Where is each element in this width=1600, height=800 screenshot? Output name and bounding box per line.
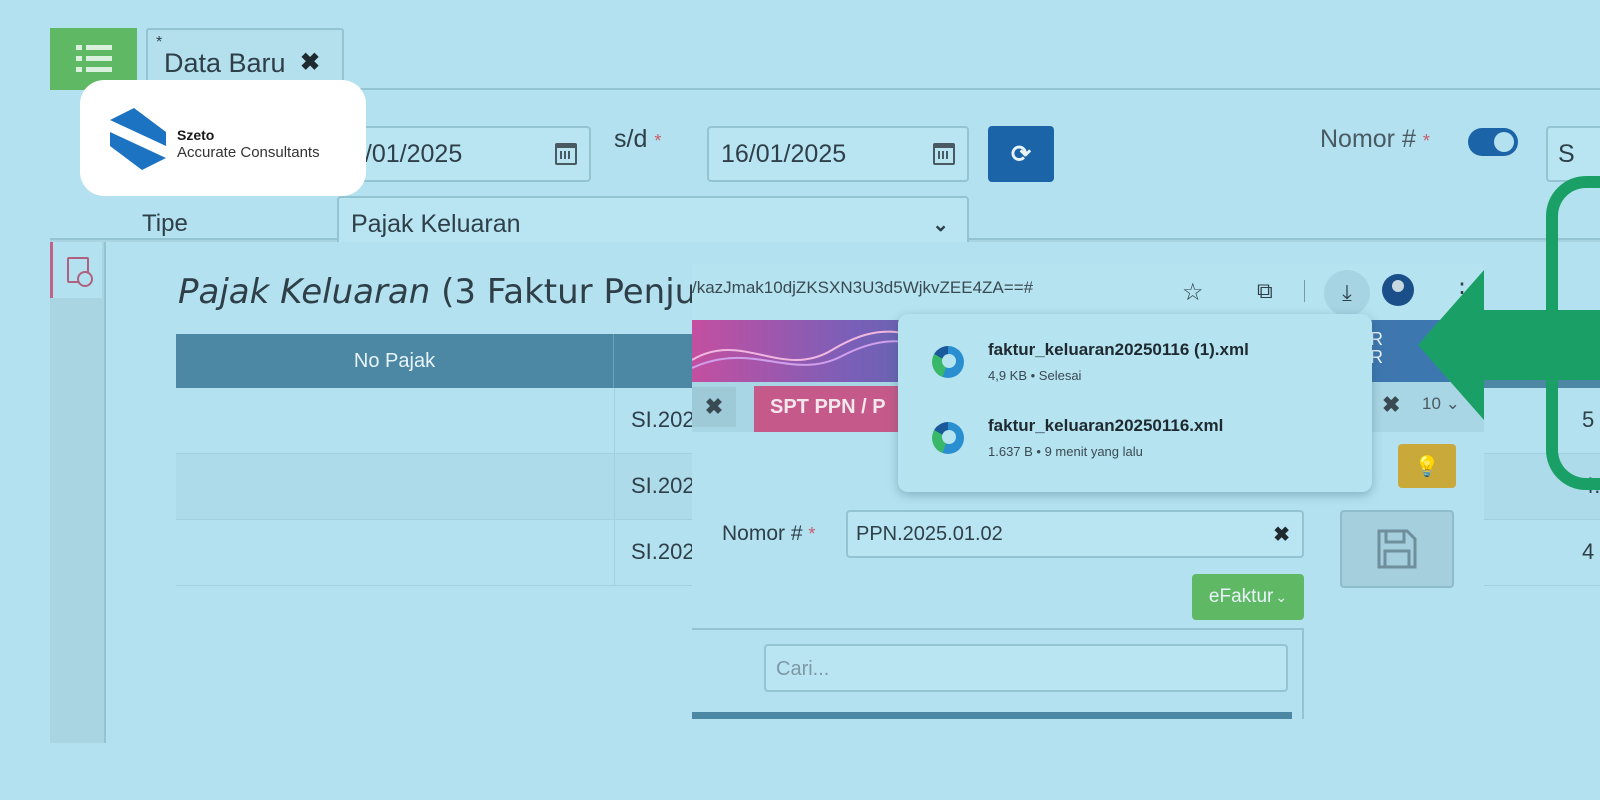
brand-name: Szeto	[177, 127, 215, 143]
save-icon	[1377, 529, 1417, 569]
required-mark: *	[1422, 131, 1430, 151]
date-from-value: 5/01/2025	[351, 139, 463, 168]
url-text[interactable]: /kazJmak10djZKSXN3U3d5WjkvZEE4ZA==#	[692, 278, 1172, 298]
tipe-value: Pajak Keluaran	[351, 209, 521, 238]
download-item[interactable]: faktur_keluaran20250116 (1).xml 4,9 KB •…	[898, 326, 1372, 396]
tab-label: Data Baru	[164, 48, 286, 78]
brand-logo-icon	[110, 108, 166, 170]
download-file-name: faktur_keluaran20250116.xml	[988, 416, 1224, 435]
brand-logo-card: Szeto Accurate Consultants	[80, 80, 366, 196]
save-button[interactable]	[1340, 510, 1454, 588]
calendar-icon[interactable]	[933, 143, 955, 165]
table-header-strip	[692, 712, 1292, 719]
brand-subtitle: Accurate Consultants	[177, 144, 320, 161]
search-input[interactable]: Cari...	[764, 644, 1288, 692]
nomor-input[interactable]: PPN.2025.01.02 ✖	[846, 510, 1304, 558]
edge-browser-icon	[932, 346, 964, 378]
nomor-label: Nomor # *	[722, 522, 816, 545]
edge-browser-icon	[932, 422, 964, 454]
column-header-no-pajak[interactable]: No Pajak	[176, 334, 614, 388]
chevron-down-icon: ⌄	[1275, 588, 1288, 605]
profile-avatar[interactable]	[1382, 274, 1414, 306]
address-bar: /kazJmak10djZKSXN3U3d5WjkvZEE4ZA==# ☆ ⧉ …	[692, 264, 1484, 320]
downloads-flyout: faktur_keluaran20250116 (1).xml 4,9 KB •…	[898, 314, 1372, 492]
download-button[interactable]: ⤓	[1324, 270, 1370, 316]
clear-icon[interactable]: ✖	[1273, 522, 1290, 547]
required-mark: *	[808, 524, 816, 544]
toolbar-divider	[1304, 280, 1305, 302]
lightbulb-icon: 💡	[1414, 455, 1440, 478]
modified-indicator: *	[156, 34, 163, 51]
download-icon: ⤓	[1342, 280, 1352, 305]
close-tab-icon[interactable]: ✖	[300, 48, 320, 77]
download-meta: 1.637 B • 9 menit yang lalu	[988, 444, 1143, 459]
nomor-field[interactable]: S	[1546, 126, 1600, 182]
date-to-value: 16/01/2025	[721, 139, 847, 168]
report-side-tab[interactable]	[50, 242, 102, 298]
lightbulb-button[interactable]: 💡	[1398, 444, 1456, 488]
download-file-name: faktur_keluaran20250116 (1).xml	[988, 340, 1249, 359]
report-title: Pajak Keluaran (3 Faktur Penjualan	[178, 272, 769, 312]
nomor-auto-toggle[interactable]	[1468, 128, 1518, 156]
star-icon[interactable]: ☆	[1182, 278, 1204, 307]
download-meta: 4,9 KB • Selesai	[988, 368, 1082, 383]
value-cell: 4	[1582, 539, 1595, 564]
extensions-icon[interactable]: ⧉	[1257, 278, 1273, 304]
refresh-button[interactable]: ⟳	[988, 126, 1054, 182]
list-icon	[75, 45, 112, 72]
date-separator-label: s/d *	[614, 125, 662, 153]
pointer-arrow-icon	[1418, 270, 1600, 420]
required-mark: *	[654, 131, 662, 151]
download-item[interactable]: faktur_keluaran20250116.xml 1.637 B • 9 …	[898, 402, 1372, 472]
calendar-icon[interactable]	[555, 143, 577, 165]
close-icon[interactable]: ✖	[692, 387, 736, 427]
nomor-value: PPN.2025.01.02	[856, 523, 1003, 545]
date-to-field[interactable]: 16/01/2025	[707, 126, 969, 182]
nomor-label: Nomor # *	[1320, 125, 1430, 153]
efaktur-dropdown-button[interactable]: eFaktur ⌄	[1192, 574, 1304, 620]
close-icon[interactable]: ✖	[1382, 392, 1400, 418]
date-from-field[interactable]: 5/01/2025	[337, 126, 591, 182]
document-icon	[66, 257, 93, 287]
refresh-icon: ⟳	[1010, 140, 1032, 168]
tipe-label: Tipe	[142, 210, 188, 237]
chevron-down-icon: ⌄	[932, 214, 949, 236]
